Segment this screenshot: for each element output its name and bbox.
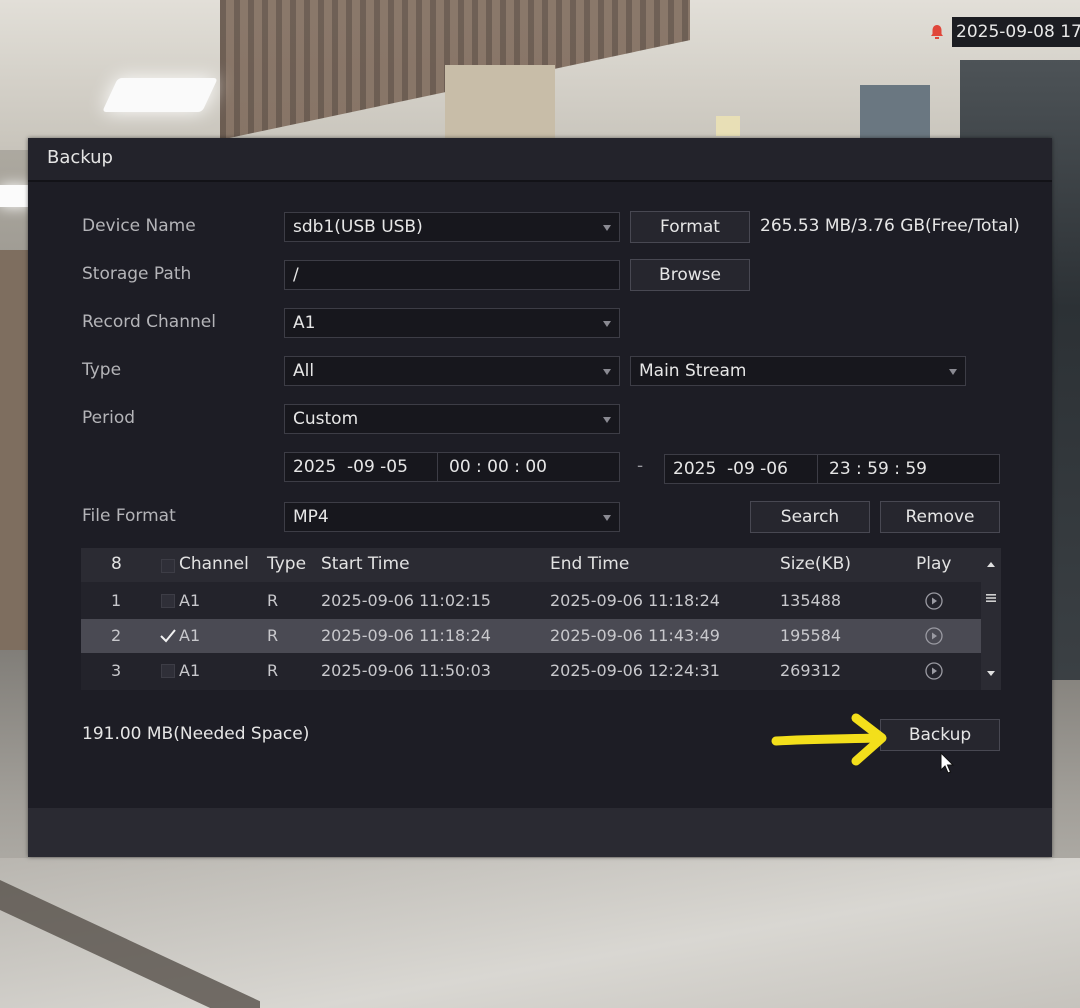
row-type: R bbox=[267, 626, 279, 645]
record-channel-label: Record Channel bbox=[82, 312, 216, 332]
mouse-cursor-icon bbox=[940, 752, 955, 774]
row-checkbox[interactable] bbox=[161, 594, 175, 608]
row-index: 3 bbox=[111, 661, 122, 680]
chevron-down-icon bbox=[603, 515, 611, 521]
row-size: 135488 bbox=[780, 591, 842, 610]
scroll-down-icon[interactable] bbox=[981, 656, 1001, 690]
row-index: 2 bbox=[111, 626, 122, 645]
record-channel-select[interactable]: A1 bbox=[284, 308, 620, 338]
system-clock: 2025-09-08 17 bbox=[952, 17, 1080, 47]
row-end-time: 2025-09-06 12:24:31 bbox=[550, 661, 720, 680]
row-type: R bbox=[267, 591, 279, 610]
table-row[interactable]: 1 A1 R 2025-09-06 11:02:15 2025-09-06 11… bbox=[81, 584, 981, 618]
row-size: 269312 bbox=[780, 661, 842, 680]
wall-panel bbox=[0, 250, 28, 650]
field-divider bbox=[817, 455, 818, 483]
column-channel: Channel bbox=[179, 554, 249, 574]
column-start-time: Start Time bbox=[321, 554, 410, 574]
device-name-value: sdb1(USB USB) bbox=[293, 217, 423, 237]
period-value: Custom bbox=[293, 409, 359, 429]
table-scrollbar[interactable] bbox=[981, 548, 1001, 690]
row-start-time: 2025-09-06 11:18:24 bbox=[321, 626, 491, 645]
remove-button[interactable]: Remove bbox=[880, 501, 1000, 533]
row-index: 1 bbox=[111, 591, 122, 610]
storage-path-input[interactable]: / bbox=[284, 260, 620, 290]
end-month-day[interactable]: -09 -06 bbox=[727, 455, 788, 483]
table-header: 8 Channel Type Start Time End Time Size(… bbox=[81, 548, 981, 582]
scroll-up-icon[interactable] bbox=[981, 548, 1001, 582]
chevron-down-icon bbox=[603, 225, 611, 231]
search-button[interactable]: Search bbox=[750, 501, 870, 533]
file-format-value: MP4 bbox=[293, 507, 329, 527]
range-separator: - bbox=[637, 456, 644, 476]
select-all-checkbox[interactable] bbox=[161, 559, 175, 573]
device-capacity: 265.53 MB/3.76 GB(Free/Total) bbox=[760, 216, 1020, 236]
record-type-select[interactable]: All bbox=[284, 356, 620, 386]
stream-value: Main Stream bbox=[639, 361, 747, 381]
table-row[interactable]: 3 A1 R 2025-09-06 11:50:03 2025-09-06 12… bbox=[81, 654, 981, 688]
row-checkbox-checked[interactable] bbox=[159, 627, 177, 645]
stream-select[interactable]: Main Stream bbox=[630, 356, 966, 386]
alarm-bell-icon bbox=[931, 25, 943, 39]
storage-path-value: / bbox=[293, 265, 299, 285]
chevron-down-icon bbox=[949, 369, 957, 375]
end-time[interactable]: 23 : 59 : 59 bbox=[829, 455, 927, 483]
table-row[interactable]: 2 A1 R 2025-09-06 11:18:24 2025-09-06 11… bbox=[81, 619, 981, 653]
play-icon[interactable] bbox=[924, 626, 944, 646]
end-year[interactable]: 2025 bbox=[673, 455, 716, 483]
row-channel: A1 bbox=[179, 626, 201, 645]
scroll-thumb-icon[interactable] bbox=[981, 588, 1001, 608]
type-label: Type bbox=[82, 360, 122, 380]
wall-sign bbox=[716, 116, 740, 136]
ceiling-lamp bbox=[0, 185, 30, 207]
row-end-time: 2025-09-06 11:18:24 bbox=[550, 591, 720, 610]
end-datetime-input[interactable]: 2025 -09 -06 23 : 59 : 59 bbox=[664, 454, 1000, 484]
file-format-select[interactable]: MP4 bbox=[284, 502, 620, 532]
column-size: Size(KB) bbox=[780, 554, 851, 574]
annotation-arrow-icon bbox=[771, 713, 887, 766]
record-file-table: 8 Channel Type Start Time End Time Size(… bbox=[81, 548, 1001, 690]
period-label: Period bbox=[82, 408, 136, 428]
row-channel: A1 bbox=[179, 661, 201, 680]
row-type: R bbox=[267, 661, 279, 680]
play-icon[interactable] bbox=[924, 661, 944, 681]
needed-space: 191.00 MB(Needed Space) bbox=[82, 724, 310, 744]
start-time[interactable]: 00 : 00 : 00 bbox=[449, 453, 547, 481]
format-button[interactable]: Format bbox=[630, 211, 750, 243]
column-type: Type bbox=[267, 554, 307, 574]
start-year[interactable]: 2025 bbox=[293, 453, 336, 481]
row-end-time: 2025-09-06 11:43:49 bbox=[550, 626, 720, 645]
chevron-down-icon bbox=[603, 369, 611, 375]
row-start-time: 2025-09-06 11:02:15 bbox=[321, 591, 491, 610]
record-channel-value: A1 bbox=[293, 313, 316, 333]
record-type-value: All bbox=[293, 361, 315, 381]
wall-column bbox=[445, 65, 555, 145]
dialog-footer bbox=[28, 808, 1052, 857]
column-play: Play bbox=[916, 554, 952, 574]
row-size: 195584 bbox=[780, 626, 842, 645]
dialog-title: Backup bbox=[47, 147, 113, 168]
device-name-select[interactable]: sdb1(USB USB) bbox=[284, 212, 620, 242]
row-start-time: 2025-09-06 11:50:03 bbox=[321, 661, 491, 680]
start-datetime-input[interactable]: 2025 -09 -05 00 : 00 : 00 bbox=[284, 452, 620, 482]
play-icon[interactable] bbox=[924, 591, 944, 611]
status-bar: 2025-09-08 17 bbox=[928, 17, 1080, 47]
chevron-down-icon bbox=[603, 417, 611, 423]
column-end-time: End Time bbox=[550, 554, 630, 574]
browse-button[interactable]: Browse bbox=[630, 259, 750, 291]
start-month-day[interactable]: -09 -05 bbox=[347, 453, 408, 481]
dialog-title-bar: Backup bbox=[28, 138, 1052, 182]
storage-path-label: Storage Path bbox=[82, 264, 192, 284]
row-channel: A1 bbox=[179, 591, 201, 610]
chevron-down-icon bbox=[603, 321, 611, 327]
record-count: 8 bbox=[111, 554, 122, 574]
ceiling-lamp bbox=[102, 78, 218, 112]
file-format-label: File Format bbox=[82, 506, 176, 526]
field-divider bbox=[437, 453, 438, 481]
period-select[interactable]: Custom bbox=[284, 404, 620, 434]
device-name-label: Device Name bbox=[82, 216, 196, 236]
row-checkbox[interactable] bbox=[161, 664, 175, 678]
